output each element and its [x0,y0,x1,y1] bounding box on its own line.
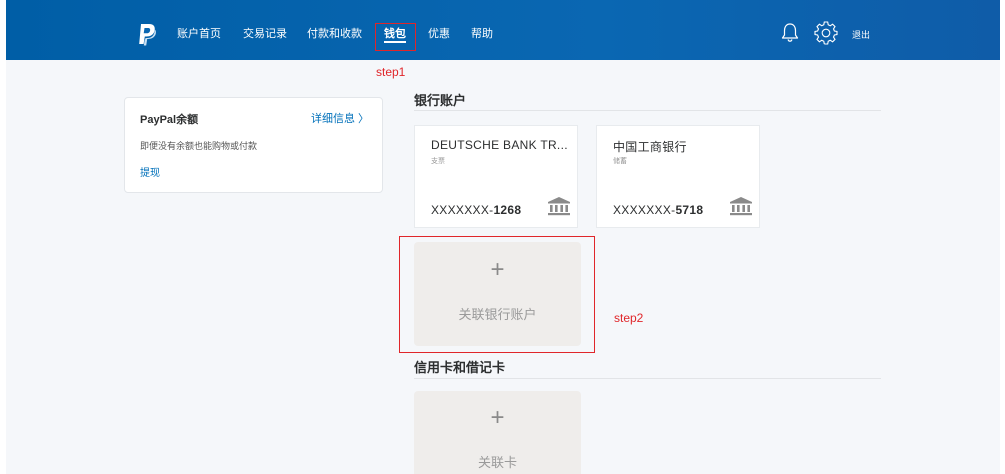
paypal-logo-icon[interactable] [137,23,157,47]
account-type: 储蓄 [613,158,627,165]
step1-label: step1 [376,65,406,79]
settings-gear-icon[interactable] [814,21,838,45]
window-frame-left [0,0,6,474]
step1-highlight-box [375,23,416,51]
window-frame-right [1000,0,1005,474]
paypal-balance-card: PayPal余额 详细信息 〉 即便没有余额也能购物或付款 提现 [124,97,383,193]
nav-account-home[interactable]: 账户首页 [177,25,221,41]
bank-accounts-heading: 银行账户 [414,93,467,108]
account-number: XXXXXXX-1268 [431,203,522,217]
link-card-label: 关联卡 [477,455,517,470]
bell-icon[interactable] [779,21,801,43]
balance-title: PayPal余额 [140,114,199,126]
bank-name: 中国工商银行 [613,140,687,154]
account-type: 支票 [431,158,445,165]
nav-transactions[interactable]: 交易记录 [243,25,287,41]
bank-section-divider [414,110,881,111]
step2-label: step2 [614,311,644,325]
bank-building-icon [548,197,570,216]
link-card-button[interactable]: + 关联卡 [414,391,581,474]
cards-heading: 信用卡和借记卡 [414,360,506,375]
cards-section-divider [414,378,881,379]
account-number: XXXXXXX-5718 [613,203,704,217]
nav-help[interactable]: 帮助 [471,25,493,41]
nav-offers[interactable]: 优惠 [428,25,450,41]
plus-icon: + [490,404,505,431]
bank-account-card[interactable]: 中国工商银行 储蓄 XXXXXXX-5718 [596,125,760,228]
bank-building-icon [730,197,752,216]
withdraw-link[interactable]: 提现 [140,164,160,179]
balance-description: 即便没有余额也能购物或付款 [140,141,258,151]
balance-details-link[interactable]: 详细信息 〉 [311,110,369,126]
bank-name: DEUTSCHE BANK TR... [431,138,568,152]
nav-send-receive[interactable]: 付款和收款 [307,25,362,41]
logout-link[interactable]: 退出 [852,28,870,41]
bank-account-card[interactable]: DEUTSCHE BANK TR... 支票 XXXXXXX-1268 [414,125,578,228]
step2-highlight-box [399,236,595,353]
